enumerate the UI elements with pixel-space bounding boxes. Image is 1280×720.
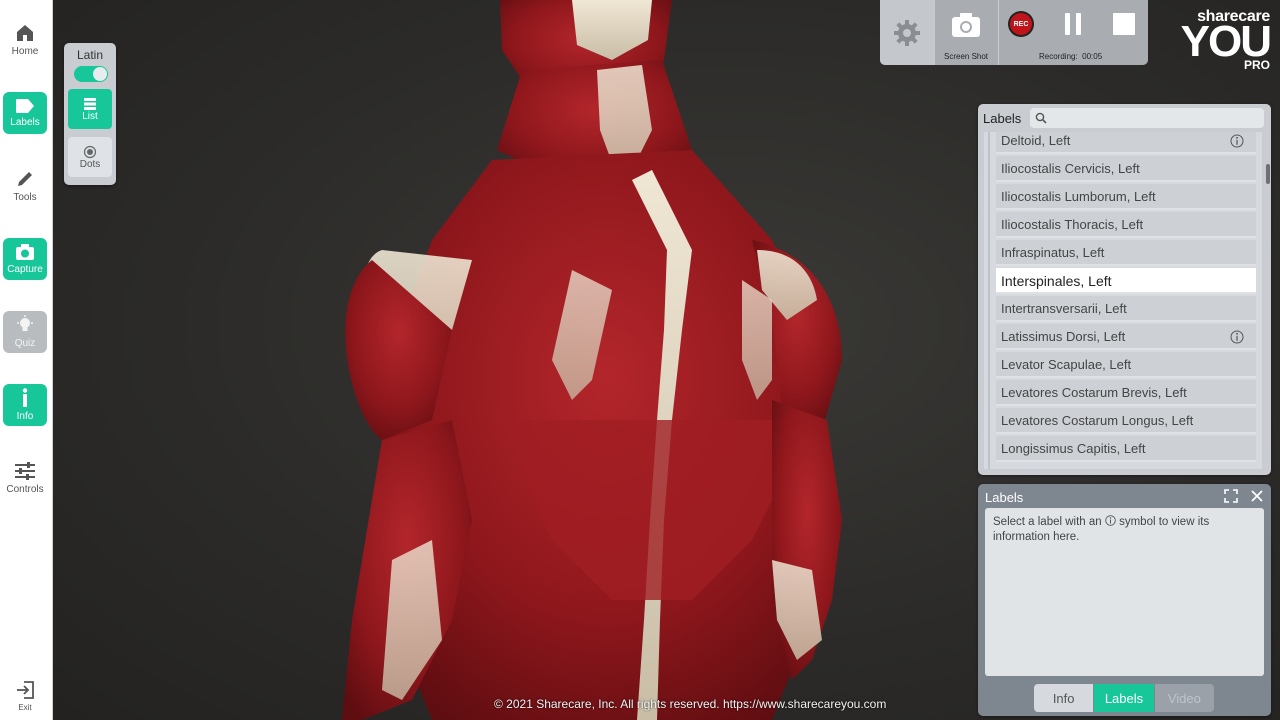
info-i-icon [22,388,28,407]
recording-time: 00:05 [1082,52,1103,61]
labels-info-panel: Labels Select a label with an symbol to … [978,484,1271,716]
sliders-icon [15,462,35,480]
nav-exit-label: Exit [18,703,32,712]
info-circle-icon[interactable] [1230,330,1244,344]
nav-home-label: Home [11,46,39,57]
label-list-item[interactable]: Levatores Costarum Brevis, Left [996,380,1256,406]
list-icon [84,97,96,110]
logo-pro: PRO [1243,58,1270,72]
tag-icon [16,99,34,113]
recording-label: Recording: [1039,52,1078,61]
label-list-item[interactable]: Interspinales, Left [996,268,1256,294]
info-circle-icon [1105,515,1116,526]
pencil-icon [18,172,32,186]
rec-label: REC [1010,13,1032,35]
label-list-item-text: Iliocostalis Thoracis, Left [1001,217,1144,232]
settings-button[interactable] [880,0,934,65]
label-list-item[interactable]: Latissimus Dorsi, Left [996,324,1256,350]
screenshot-camera-icon[interactable] [951,12,981,38]
label-list-item[interactable]: Deltoid, Left [996,132,1256,154]
camera-icon [16,244,34,260]
label-list-item[interactable]: Iliocostalis Thoracis, Left [996,212,1256,238]
expand-icon[interactable] [1224,489,1238,503]
label-list-item-text: Interspinales, Left [1001,273,1112,289]
list-mode-button[interactable]: List [68,89,112,129]
tab-info[interactable]: Info [1034,684,1094,712]
home-icon [17,25,33,41]
nav-labels-label: Labels [10,117,40,128]
stop-icon[interactable] [1113,13,1135,35]
nav-controls-label: Controls [6,484,44,495]
nav-capture[interactable]: Capture [3,238,47,280]
dot-icon [83,145,97,158]
label-list-item-text: Latissimus Dorsi, Left [1001,329,1126,344]
lightbulb-icon [17,315,33,331]
rec-button[interactable]: REC [1008,11,1034,37]
exit-icon [17,681,34,699]
latin-toggle[interactable] [74,66,108,82]
info-panel-title: Labels [985,490,1024,505]
nav-tools-label: Tools [13,192,37,203]
left-navigation: Home Labels Tools Capture Quiz Info Cont… [0,0,53,720]
label-list-item-text: Levatores Costarum Longus, Left [1001,413,1194,428]
label-list-item-text: Levatores Costarum Brevis, Left [1001,385,1187,400]
labels-list-panel: Labels Deltoid, Left Iliocostalis Cervici… [978,104,1271,475]
label-list-item[interactable]: Infraspinatus, Left [996,240,1256,266]
tab-labels[interactable]: Labels [1094,684,1154,712]
nav-home[interactable]: Home [3,19,47,61]
pause-icon[interactable] [1063,13,1083,35]
label-list-item[interactable]: Longissimus Capitis, Left [996,436,1256,462]
nav-capture-label: Capture [7,264,43,275]
label-list-item[interactable]: Iliocostalis Cervicis, Left [996,156,1256,182]
nav-info[interactable]: Info [3,384,47,426]
nav-tools[interactable]: Tools [3,165,47,207]
label-list-item[interactable]: Iliocostalis Lumborum, Left [996,184,1256,210]
nav-exit[interactable]: Exit [3,676,47,716]
nav-quiz-label: Quiz [14,338,36,349]
list-mode-label: List [82,110,98,122]
label-list-item-text: Iliocostalis Lumborum, Left [1001,189,1156,204]
latin-title: Latin [76,48,104,62]
toggle-knob [93,67,107,81]
info-circle-icon[interactable] [1230,134,1244,148]
labels-list[interactable]: Deltoid, Left Iliocostalis Cervicis, Left… [984,132,1262,469]
label-list-item[interactable]: Intertransversarii, Left [996,296,1256,322]
tab-video: Video [1154,684,1214,712]
close-icon[interactable] [1250,489,1264,503]
list-scrollbar[interactable] [1266,164,1270,184]
label-list-item-text: Deltoid, Left [1001,133,1071,148]
screenshot-caption: Screen Shot [944,52,989,61]
labels-search-input[interactable] [1030,108,1264,128]
copyright-notice: © 2021 Sharecare, Inc. All rights reserv… [494,697,887,711]
recording-status: Recording: 00:05 [1039,52,1102,61]
nav-controls[interactable]: Controls [3,457,47,499]
label-list-item-text: Intertransversarii, Left [1001,301,1127,316]
label-list-item[interactable]: Levatores Costarum Longus, Left [996,408,1256,434]
info-body: Select a label with an symbol to view it… [985,508,1264,676]
nav-quiz[interactable]: Quiz [3,311,47,353]
sharecare-you-pro-logo: sharecare YOU PRO [1180,6,1276,72]
list-scroll-track [988,132,990,469]
nav-info-label: Info [16,411,34,422]
label-list-item-text: Infraspinatus, Left [1001,245,1105,260]
dots-mode-button[interactable]: Dots [68,137,112,177]
labels-panel-title: Labels [983,111,1022,126]
label-list-item-text: Longissimus Capitis, Left [1001,441,1146,456]
label-list-item-text: Iliocostalis Cervicis, Left [1001,161,1140,176]
label-list-item-text: Levator Scapulae, Left [1001,357,1132,372]
info-text-before: Select a label with an [993,516,1102,528]
recording-toolbar: Screen Shot REC Recording: 00:05 [880,0,1148,65]
info-tabs: Info Labels Video [1034,684,1215,712]
gear-icon [894,19,920,46]
dots-mode-label: Dots [79,158,101,170]
label-display-panel: Latin List Dots [64,43,116,185]
nav-labels[interactable]: Labels [3,92,47,134]
search-icon [1035,112,1047,124]
label-list-item[interactable]: Levator Scapulae, Left [996,352,1256,378]
